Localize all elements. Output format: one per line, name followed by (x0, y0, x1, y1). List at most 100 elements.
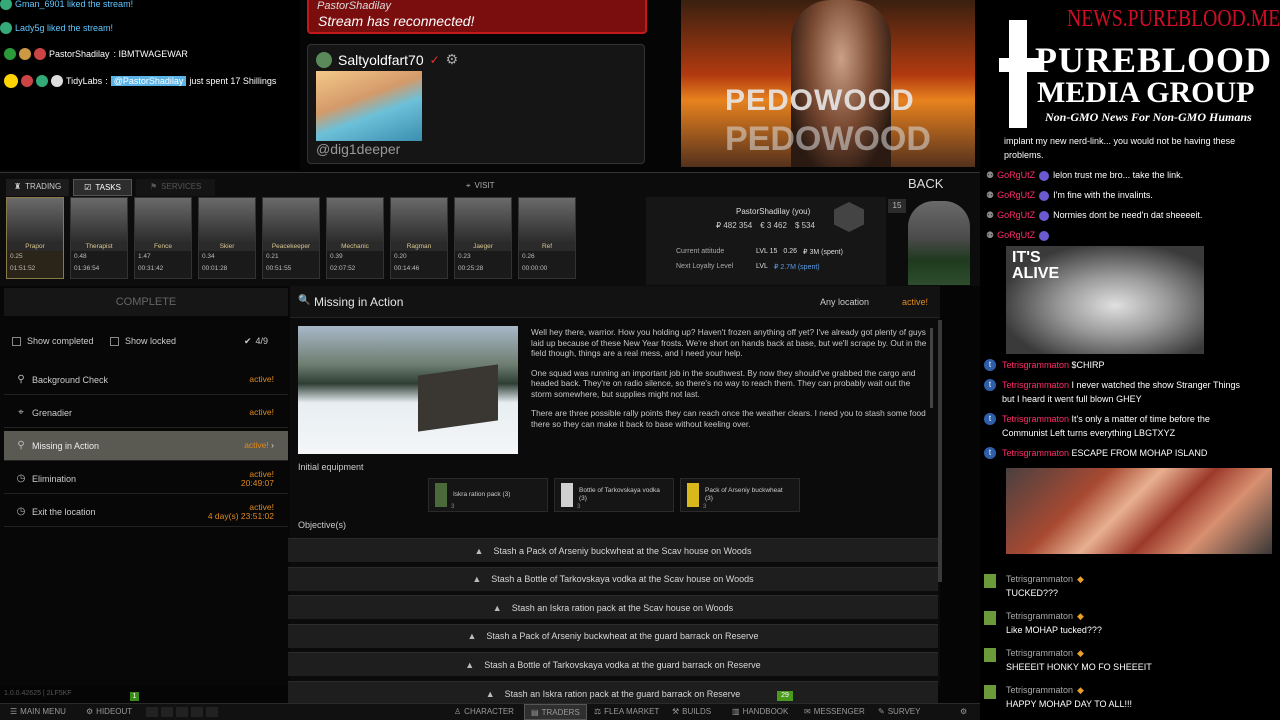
slot-icon[interactable] (161, 707, 173, 717)
objective-row[interactable]: ▲ Stash a Bottle of Tarkovskaya vodka at … (288, 652, 938, 677)
badge-icon (1039, 210, 1050, 221)
trader-timer: 00:14:46 (394, 265, 420, 272)
slot-icon[interactable] (146, 707, 158, 717)
chat-text: lelon trust me bro... take the link. (1053, 170, 1184, 180)
back-button[interactable]: BACK (908, 176, 943, 191)
equipment-item[interactable]: Bottle of Tarkovskaya vodka (3) 3 (554, 478, 674, 512)
standing-value: 0.26 (783, 248, 798, 255)
checkbox[interactable] (12, 336, 21, 346)
visit-button[interactable]: ⌖ VISIT (466, 181, 495, 191)
task-item[interactable]: ⚲ Background Check active! (4, 365, 288, 395)
notification-badge: 1 (130, 692, 139, 701)
slot-icon[interactable] (206, 707, 218, 717)
equipment-item[interactable]: Iskra ration pack (3) 3 (428, 478, 548, 512)
user-icon: ⚉ (986, 170, 995, 180)
event-chat: TidyLabs : @PastorShadilay just spent 17… (4, 69, 304, 93)
task-item[interactable]: ⚲ Missing in Action active! › (4, 431, 288, 461)
event-like: Gman_6901 liked the stream! (0, 0, 300, 16)
slot-icon[interactable] (176, 707, 188, 717)
checkbox[interactable] (110, 336, 119, 346)
nav-label: SURVEY (887, 707, 921, 716)
trader-card[interactable]: Jaeger 0.23 00:25:28 (454, 197, 512, 279)
trader-card[interactable]: Skier 0.34 00:01:28 (198, 197, 256, 279)
complete-button[interactable]: COMPLETE (4, 288, 288, 316)
tab-services[interactable]: ⚑ SERVICES (135, 179, 216, 196)
objective-text: Stash a Pack of Arseniy buckwheat at the… (486, 631, 759, 642)
chat-text: $CHIRP (1071, 360, 1105, 370)
main-menu-button[interactable]: ☰ MAIN MENU (10, 707, 66, 716)
objective-row[interactable]: ▲ Stash a Bottle of Tarkovskaya vodka at … (288, 566, 938, 591)
equipment-item[interactable]: Pack of Arseniy buckwheat (3) 3 (680, 478, 800, 512)
hideout-button[interactable]: ⚙ HIDEOUT (86, 707, 132, 716)
builds-button[interactable]: ⚒ BUILDS (672, 707, 711, 716)
chat-user: Tetrisgrammaton (1002, 448, 1070, 458)
hideout-icon: ⚙ (86, 707, 94, 716)
trader-name: Ref (519, 242, 575, 251)
chat-text: HAPPY MOHAP DAY TO ALL!!! (1006, 699, 1133, 709)
slot-icon[interactable] (191, 707, 203, 717)
chat-message: t Tetrisgrammaton $CHIRP (984, 358, 1246, 372)
player-name: PastorShadilay (you) (736, 207, 811, 216)
objective-row[interactable]: ▲ Stash an Iskra ration pack at the guard… (288, 681, 938, 705)
trader-portrait (391, 198, 447, 242)
reconnect-banner: PastorShadilay Stream has reconnected! (307, 0, 647, 34)
nav-label: HIDEOUT (96, 707, 133, 716)
trader-card[interactable]: Therapist 0.48 01:36:54 (70, 197, 128, 279)
trader-card[interactable]: Fence 1.47 00:31:42 (134, 197, 192, 279)
objective-row[interactable]: ▲ Stash a Pack of Arseniy buckwheat at th… (288, 538, 938, 562)
chat-message: Tetrisgrammaton ◆ HAPPY MOHAP DAY TO ALL!!… (984, 683, 1246, 711)
objective-text: Stash a Bottle of Tarkovskaya vodka at t… (491, 574, 754, 585)
chat-message: Tetrisgrammaton ◆ TUCKED??? (984, 572, 1246, 600)
trader-card[interactable]: Prapor 0.25 01:51:52 (6, 197, 64, 279)
task-item[interactable]: ◷ Elimination active! 20:49:07 (4, 464, 288, 494)
item-name: Pack of Arseniy buckwheat (3) (705, 487, 783, 502)
event-like: Lady5g liked the stream! (0, 16, 300, 40)
messenger-button[interactable]: ✉ MESSENGER (804, 707, 865, 716)
mohap-avatar-icon (984, 611, 996, 625)
tab-trading[interactable]: ♜ TRADING (6, 179, 70, 196)
user-badge-icon: t (984, 447, 996, 459)
trader-card[interactable]: Ref 0.26 00:00:00 (518, 197, 576, 279)
cabin-shape (418, 364, 498, 432)
trader-name: Ragman (391, 242, 447, 251)
user-icon: ⚉ (986, 210, 995, 220)
show-locked-checkbox[interactable]: Show locked (110, 336, 176, 346)
objective-row[interactable]: ▲ Stash a Pack of Arseniy buckwheat at th… (288, 623, 938, 648)
next-spent: ₽ 2.7M (spent) (773, 264, 820, 271)
cross-icon (1009, 20, 1027, 130)
survey-button[interactable]: ✎ SURVEY (878, 707, 920, 716)
trader-name: Peacekeeper (263, 242, 319, 251)
trader-card[interactable]: Ragman 0.20 00:14:46 (390, 197, 448, 279)
objectives-scrollbar[interactable] (938, 320, 942, 582)
euros: € 3 462 (760, 221, 787, 230)
trader-card[interactable]: Peacekeeper 0.21 00:51:55 (262, 197, 320, 279)
trader-rep: 0.26 (522, 253, 535, 260)
objective-row[interactable]: ▲ Stash an Iskra ration pack at the Scav … (288, 595, 938, 620)
badge-icon: ◆ (1077, 685, 1084, 695)
settings-icon[interactable]: ⚙ (960, 707, 967, 716)
show-completed-checkbox[interactable]: Show completed (12, 336, 94, 346)
scrollbar[interactable] (930, 328, 933, 408)
logo-line1: PUREBLOOD (1035, 40, 1273, 80)
chat-message: t Tetrisgrammaton It's only a matter of t… (984, 412, 1246, 440)
traders-button[interactable]: ▤ TRADERS (524, 704, 587, 720)
version-label: 1.0.0.42625 | 2LF5KF (4, 690, 72, 697)
magnifier-icon: ⚲ (17, 374, 25, 385)
stash-icon: ▲ (472, 574, 482, 585)
trader-name: Jaeger (455, 242, 511, 251)
handbook-button[interactable]: ▥ HANDBOOK (732, 707, 788, 716)
task-item[interactable]: ◷ Exit the location active! 4 day(s) 23:51:… (4, 497, 288, 527)
task-name: Missing in Action (32, 440, 100, 451)
item-qty: 3 (451, 504, 455, 510)
chat-text: TUCKED??? (1006, 588, 1059, 598)
trader-rep: 0.39 (330, 253, 343, 260)
flea-market-button[interactable]: ⚖ FLEA MARKET (594, 707, 659, 716)
initial-equipment-label: Initial equipment (298, 462, 364, 472)
character-button[interactable]: ♙ CHARACTER (454, 707, 514, 716)
trader-card[interactable]: Mechanic 0.39 02:07:52 (326, 197, 384, 279)
task-item[interactable]: ⌖ Grenadier active! (4, 398, 288, 428)
tab-tasks[interactable]: ☑ TASKS (73, 179, 132, 196)
trader-portrait (455, 198, 511, 242)
loyalty-level: LVL 15 (756, 248, 778, 255)
bacon-image (1006, 468, 1272, 554)
